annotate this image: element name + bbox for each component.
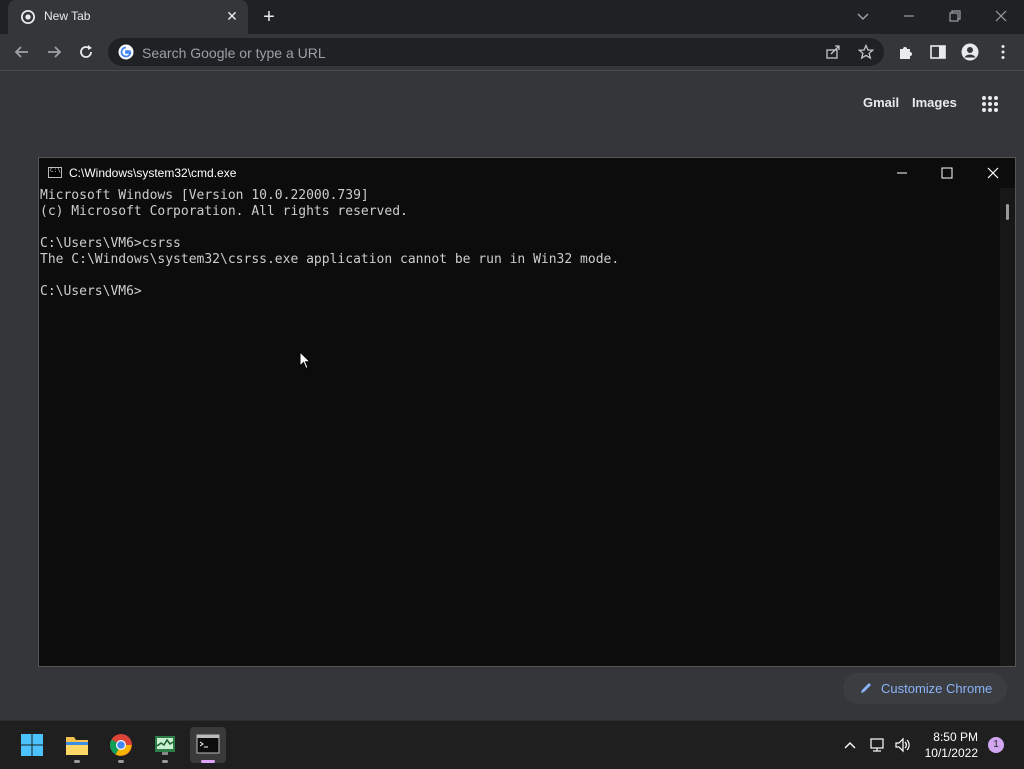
reload-icon[interactable] [76, 42, 96, 62]
menu-kebab-icon[interactable] [994, 43, 1012, 61]
chrome-icon [110, 734, 132, 756]
back-icon[interactable] [12, 42, 32, 62]
task-manager-icon [155, 736, 175, 755]
restore-icon[interactable] [946, 7, 964, 25]
console-prompt[interactable]: C:\Users\VM6> [40, 284, 142, 300]
mouse-cursor-icon [299, 351, 311, 370]
taskbar: 8:50 PM 10/1/2022 1 [0, 720, 1024, 769]
console-line: (c) Microsoft Corporation. All rights re… [40, 204, 408, 219]
clock-time: 8:50 PM [933, 730, 978, 744]
taskbar-chrome[interactable] [103, 727, 139, 763]
extensions-icon[interactable] [897, 43, 915, 61]
pencil-icon [861, 683, 871, 693]
cmd-console-output[interactable]: Microsoft Windows [Version 10.0.22000.73… [39, 188, 999, 666]
notification-badge[interactable]: 1 [988, 737, 1004, 753]
running-indicator [74, 760, 80, 763]
running-indicator [118, 760, 124, 763]
gmail-link[interactable]: Gmail [863, 95, 899, 110]
tab-title: New Tab [44, 9, 91, 23]
bookmark-star-icon[interactable] [858, 44, 874, 60]
forward-icon[interactable] [44, 42, 64, 62]
address-bar-placeholder: Search Google or type a URL [142, 45, 326, 61]
cmd-window[interactable]: C:\ C:\Windows\system32\cmd.exe Microsof… [38, 157, 1016, 667]
clock-date: 10/1/2022 [924, 746, 978, 760]
browser-toolbar: Search Google or type a URL [0, 34, 1024, 71]
chrome-favicon-icon [21, 10, 35, 24]
console-line: The C:\Windows\system32\csrss.exe applic… [40, 252, 620, 267]
share-icon[interactable] [825, 44, 841, 60]
scrollbar-thumb[interactable] [1006, 204, 1009, 220]
cmd-close-icon[interactable] [983, 163, 1003, 183]
address-bar[interactable]: Search Google or type a URL [108, 38, 884, 66]
side-panel-icon[interactable] [929, 43, 947, 61]
active-indicator [201, 760, 215, 763]
minimize-icon[interactable] [900, 7, 918, 25]
network-icon[interactable] [869, 737, 885, 753]
images-link[interactable]: Images [912, 95, 957, 110]
cmd-app-icon: C:\ [48, 167, 62, 178]
google-apps-icon[interactable] [981, 95, 999, 113]
tab-close-icon[interactable]: ✕ [224, 8, 240, 24]
file-explorer-icon [66, 737, 88, 755]
google-icon [118, 44, 134, 60]
console-line: Microsoft Windows [Version 10.0.22000.73… [40, 188, 369, 203]
cmd-window-title: C:\Windows\system32\cmd.exe [69, 166, 237, 180]
tab-strip: New Tab ✕ + [0, 0, 1024, 34]
chevron-up-icon[interactable] [842, 737, 858, 753]
tab-new-tab[interactable]: New Tab ✕ [8, 0, 248, 34]
profile-icon[interactable] [961, 43, 979, 61]
start-icon [21, 734, 43, 756]
console-line: C:\Users\VM6>csrss [40, 236, 181, 251]
cmd-app-icon-text: C:\ [50, 167, 61, 174]
terminal-icon [196, 734, 220, 754]
cmd-scrollbar[interactable] [1000, 188, 1015, 666]
volume-icon[interactable] [894, 737, 910, 753]
running-indicator [162, 760, 168, 763]
taskbar-file-explorer[interactable] [59, 727, 95, 763]
close-window-icon[interactable] [992, 7, 1010, 25]
cmd-maximize-icon[interactable] [937, 163, 957, 183]
customize-chrome-label: Customize Chrome [881, 681, 993, 696]
start-button[interactable] [14, 727, 50, 763]
cmd-minimize-icon[interactable] [892, 163, 912, 183]
taskbar-task-manager[interactable] [147, 727, 183, 763]
cmd-titlebar[interactable]: C:\ C:\Windows\system32\cmd.exe [39, 158, 1015, 188]
customize-chrome-button[interactable]: Customize Chrome [843, 673, 1007, 704]
new-tab-button[interactable]: + [259, 7, 279, 27]
tab-search-icon[interactable] [854, 7, 872, 25]
taskbar-cmd[interactable] [190, 727, 226, 763]
